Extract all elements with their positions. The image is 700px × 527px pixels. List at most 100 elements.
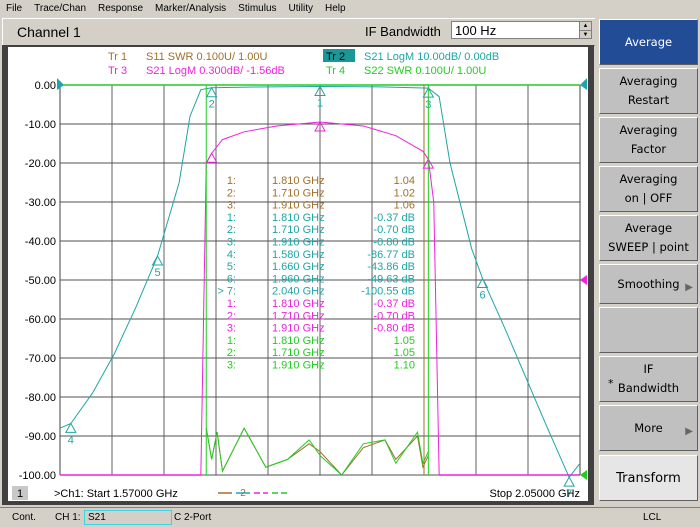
softkey-label-line2: SWEEP | point [608,240,689,254]
marker-readout-value: 1.02 [394,187,415,199]
softkey-label: More [634,419,663,438]
marker-readout-value: -49.63 dB [367,273,415,285]
y-tick-label: -60.00 [25,314,56,326]
marker-2-icon[interactable] [205,86,218,98]
trace-scale-label: S21 LogM 0.300dB/ -1.56dB [146,65,285,77]
marker-readout-value: -0.80 dB [373,323,415,335]
marker-readout-frequency: 1.710 GHz [272,224,325,236]
marker-readout-value: -0.80 dB [373,237,415,249]
trace-scale-label: S22 SWR 0.100U/ 1.00U [364,65,486,77]
menu-response[interactable]: Response [92,3,149,14]
softkey-label-line1: Averaging [619,74,678,88]
chart-area[interactable]: 0.00 -10.00 -20.00 -30.00 -40.00 -50.00 -60.00… [8,47,588,501]
marker-readout-value: -0.37 dB [373,212,415,224]
marker-readout-index: 2: [227,310,236,322]
softkey-blank[interactable] [599,307,698,353]
marker-readout-index: > 7: [217,286,236,298]
start-frequency: >Ch1: Start 1.57000 GHz [54,488,178,500]
y-tick-label: -20.00 [25,158,56,170]
softkey-label-line1: Average [624,34,673,49]
trace-line-tr4 [205,427,429,476]
trace3-marker-2-icon[interactable] [205,152,218,163]
softkey-averaging-factor[interactable]: Averaging Factor [599,117,698,163]
trace-scale-label: S11 SWR 0.100U/ 1.00U [146,51,268,63]
marker-readout-value: 1.06 [394,200,415,212]
softkey-label-line2: on | OFF [624,191,673,205]
marker-4-label: 4 [68,434,74,446]
softkey-label: Average SWEEP | point [608,219,689,257]
marker-readout-frequency: 1.960 GHz [272,273,325,285]
menu-marker-analysis[interactable]: Marker/Analysis [149,3,232,14]
stop-frequency: Stop 2.05000 GHz [489,488,580,500]
marker-readout-value: -100.55 dB [361,286,415,298]
softkey-label-line1: Average [624,221,673,235]
y-tick-label: -90.00 [25,431,56,443]
if-bandwidth-spinner[interactable]: ▲ ▼ [579,21,592,39]
if-bandwidth-input[interactable]: 100 Hz [451,21,579,39]
trace-plot[interactable]: 0.00 -10.00 -20.00 -30.00 -40.00 -50.00 -60.00… [8,47,588,501]
y-tick-label: -80.00 [25,392,56,404]
chart-frame: 0.00 -10.00 -20.00 -30.00 -40.00 -50.00 -60.00… [2,45,594,505]
softkey-if-bandwidth[interactable]: IF Bandwidth * [599,356,698,402]
menu-stimulus[interactable]: Stimulus [232,3,282,14]
y-tick-label: -70.00 [25,353,56,365]
marker-readout-frequency: 1.810 GHz [272,298,325,310]
softkey-averaging-restart[interactable]: Averaging Restart [599,68,698,114]
active-parameter: S21 [88,512,106,523]
marker-readout-frequency: 1.910 GHz [272,200,325,212]
menu-file[interactable]: File [0,3,28,14]
trace-id-label: Tr 3 [108,65,127,77]
marker-readout-value: 1.10 [394,360,415,372]
marker-readout-index: 3: [227,237,236,249]
marker-readout-value: 1.05 [394,335,415,347]
active-indicator-icon: * [608,377,614,390]
softkey-transform[interactable]: Transform [599,455,698,501]
menu-utility[interactable]: Utility [283,3,319,14]
softkey-label-line1: Averaging [619,172,678,186]
status-bar: Cont. CH 1: S21 C 2-Port LCL [0,507,700,527]
softkey-panel: Average Averaging Restart Averaging Factor Av… [597,17,700,506]
marker-readout-value: -0.70 dB [373,310,415,322]
trace-id-label: Tr 1 [108,51,127,63]
marker-readout-value: -0.37 dB [373,298,415,310]
y-tick-label: -10.00 [25,119,56,131]
softkey-label-line2: Bandwidth [617,381,680,395]
softkey-averaging-on-off[interactable]: Averaging on | OFF [599,166,698,212]
marker-readout-frequency: 1.710 GHz [272,187,325,199]
channel-toolbar: Channel 1 IF Bandwidth 100 Hz ▲ ▼ [2,18,595,46]
channel-number: 1 [17,488,23,500]
marker-readout-index: 5: [227,261,236,273]
sweep-mode: Cont. [12,512,36,523]
softkey-label: Averaging Restart [620,72,678,110]
marker-readout-index: 6: [227,273,236,285]
marker-readout-value: 1.05 [394,347,415,359]
calibration-status: C 2-Port [174,512,212,523]
marker-readout-frequency: 2.040 GHz [272,286,325,298]
trace3-reference-icon [580,275,587,285]
menu-help[interactable]: Help [319,3,352,14]
marker-readout-frequency: 1.910 GHz [272,323,325,335]
spin-up-icon[interactable]: ▲ [580,22,591,31]
softkey-more[interactable]: More ▶ [599,405,698,451]
trace-scale-label: S21 LogM 10.00dB/ 0.00dB [364,51,499,63]
menu-trace-chan[interactable]: Trace/Chan [28,3,92,14]
marker-readout-frequency: 1.910 GHz [272,360,325,372]
marker-2-label: 2 [209,99,215,111]
marker-readout-index: 1: [227,175,236,187]
softkey-average-sweep-point[interactable]: Average SWEEP | point [599,215,698,261]
marker-7-icon[interactable] [563,476,576,487]
softkey-average[interactable]: Average [599,19,698,65]
softkey-smoothing[interactable]: Smoothing ▶ [599,264,698,304]
marker-6-label: 6 [479,290,485,302]
softkey-label: Smoothing [617,275,679,294]
y-tick-label: -40.00 [25,236,56,248]
y-tick-label: -50.00 [25,275,56,287]
softkey-label: Averaging on | OFF [620,170,678,208]
spin-down-icon[interactable]: ▼ [580,31,591,39]
local-remote-status: LCL [643,512,662,523]
softkey-label: Average [625,33,672,52]
channel-title: Channel 1 [17,24,81,40]
marker-5-label: 5 [154,267,160,279]
marker-readout-frequency: 1.910 GHz [272,237,325,249]
marker-readout-frequency: 1.660 GHz [272,261,325,273]
